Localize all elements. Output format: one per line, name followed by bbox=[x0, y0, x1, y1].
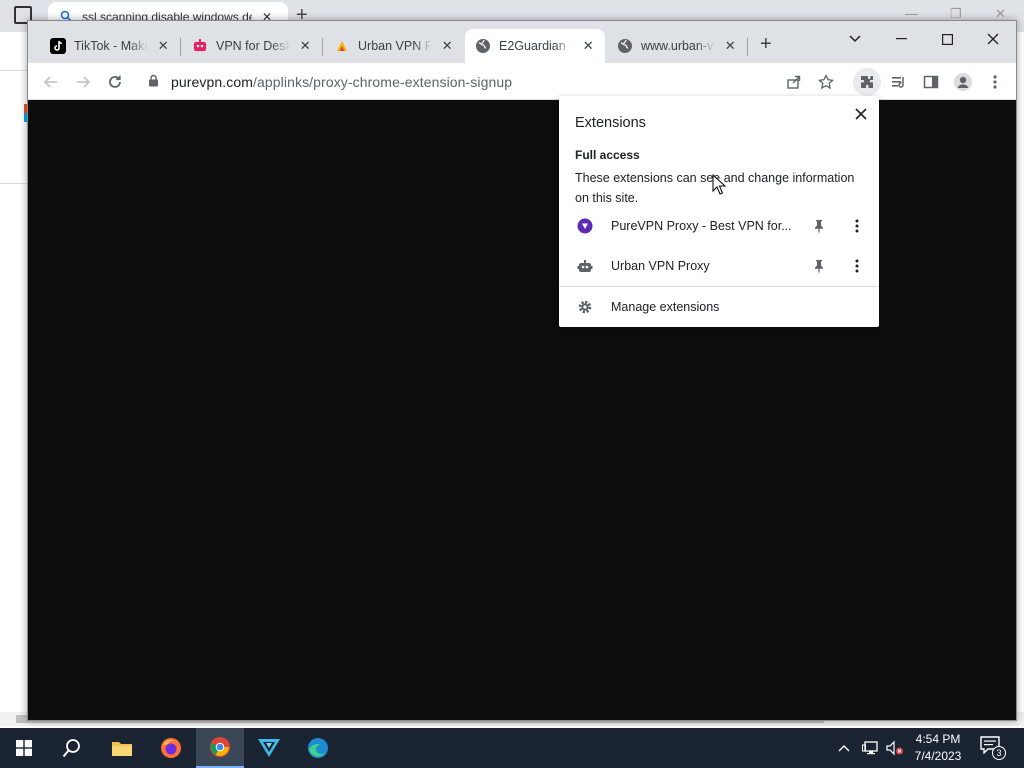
volume-muted-icon[interactable] bbox=[886, 728, 904, 768]
browser-menu-icon[interactable] bbox=[982, 69, 1008, 95]
media-queue-icon[interactable] bbox=[886, 69, 912, 95]
close-icon[interactable] bbox=[851, 104, 871, 124]
url-path: /applinks/proxy-chrome-extension-signup bbox=[253, 73, 513, 90]
chrome-icon[interactable] bbox=[196, 728, 244, 768]
extension-name: Urban VPN Proxy bbox=[611, 259, 710, 273]
manage-extensions-button[interactable]: Manage extensions bbox=[559, 292, 879, 322]
tab-separator bbox=[747, 38, 748, 56]
robot-icon bbox=[577, 258, 593, 274]
tab-title: Urban VPN Pro bbox=[358, 39, 433, 53]
tab-title: www.urban-vp bbox=[641, 39, 716, 53]
new-tab-button[interactable]: + bbox=[760, 34, 772, 54]
close-tab-icon[interactable]: ✕ bbox=[581, 38, 595, 54]
start-windows-icon[interactable] bbox=[0, 728, 48, 768]
search-icon[interactable] bbox=[48, 728, 96, 768]
close-tab-icon[interactable]: ✕ bbox=[156, 38, 170, 54]
mouse-cursor-icon bbox=[712, 173, 727, 199]
file-explorer-icon[interactable] bbox=[98, 728, 146, 768]
lock-icon[interactable] bbox=[148, 74, 159, 90]
toolbar: purevpn.com/applinks/proxy-chrome-extens… bbox=[28, 63, 1016, 100]
vpn-app-icon[interactable] bbox=[245, 728, 293, 768]
side-panel-icon[interactable] bbox=[918, 69, 944, 95]
tab-vpn-desktop[interactable]: VPN for Deskt ✕ bbox=[182, 29, 322, 63]
profile-avatar-icon[interactable] bbox=[950, 69, 976, 95]
divider bbox=[0, 70, 28, 71]
more-options-icon[interactable] bbox=[849, 256, 865, 276]
manage-extensions-label: Manage extensions bbox=[611, 300, 720, 314]
edge-icon[interactable] bbox=[294, 728, 342, 768]
show-hidden-icons-chevron-icon[interactable] bbox=[838, 728, 850, 768]
more-options-icon[interactable] bbox=[849, 216, 865, 236]
divider bbox=[559, 286, 879, 287]
extension-item-purevpn[interactable]: PureVPN Proxy - Best VPN for... bbox=[559, 208, 879, 244]
section-heading: Full access bbox=[575, 148, 640, 162]
url-domain: purevpn.com bbox=[171, 73, 254, 90]
share-icon[interactable] bbox=[781, 69, 807, 95]
pin-icon[interactable] bbox=[811, 218, 827, 234]
pin-icon[interactable] bbox=[811, 258, 827, 274]
tab-title: VPN for Deskt bbox=[216, 39, 291, 53]
tab-tiktok[interactable]: TikTok - Make ✕ bbox=[40, 29, 180, 63]
tab-title: E2Guardian - A bbox=[499, 39, 574, 53]
urban-vpn-icon bbox=[334, 38, 350, 54]
reload-icon[interactable] bbox=[102, 69, 128, 95]
clock-time: 4:54 PM bbox=[915, 732, 961, 746]
globe-icon bbox=[617, 38, 633, 54]
minimize-icon[interactable]: — bbox=[905, 6, 918, 21]
close-window-icon[interactable] bbox=[978, 27, 1008, 51]
bookmark-star-icon[interactable] bbox=[813, 69, 839, 95]
purevpn-icon bbox=[577, 218, 593, 234]
taskbar: 4:54 PM 7/4/2023 3 bbox=[0, 728, 1024, 768]
gear-icon bbox=[577, 299, 593, 315]
system-clock[interactable]: 4:54 PM 7/4/2023 bbox=[905, 731, 971, 765]
extensions-popup: Extensions Full access These extensions … bbox=[559, 96, 879, 327]
tab-urban-vpn[interactable]: Urban VPN Pro ✕ bbox=[324, 29, 464, 63]
tiktok-icon bbox=[50, 38, 66, 54]
address-bar[interactable]: purevpn.com/applinks/proxy-chrome-extens… bbox=[136, 67, 816, 96]
minimize-icon[interactable] bbox=[886, 27, 916, 51]
tab-strip: TikTok - Make ✕ VPN for Deskt ✕ Urban VP… bbox=[28, 21, 1016, 63]
notification-center-icon[interactable]: 3 bbox=[980, 736, 1006, 760]
close-tab-icon[interactable]: ✕ bbox=[723, 38, 737, 54]
tab-title: TikTok - Make bbox=[74, 39, 149, 53]
clock-date: 7/4/2023 bbox=[914, 749, 962, 763]
maximize-icon[interactable] bbox=[932, 27, 962, 51]
divider bbox=[0, 183, 28, 184]
close-tab-icon[interactable]: ✕ bbox=[298, 38, 312, 54]
back-icon[interactable] bbox=[38, 69, 64, 95]
url-text: purevpn.com/applinks/proxy-chrome-extens… bbox=[171, 74, 512, 90]
robot-icon bbox=[192, 38, 208, 54]
tab-e2guardian[interactable]: E2Guardian - A ✕ bbox=[465, 29, 605, 63]
popup-title: Extensions bbox=[575, 115, 646, 131]
tab-separator bbox=[180, 38, 181, 56]
firefox-icon[interactable] bbox=[147, 728, 195, 768]
notification-count-badge: 3 bbox=[992, 746, 1006, 760]
network-icon[interactable] bbox=[862, 728, 880, 768]
extension-name: PureVPN Proxy - Best VPN for... bbox=[611, 219, 792, 233]
tab-search-chevron-icon[interactable] bbox=[840, 27, 870, 51]
forward-icon[interactable] bbox=[70, 69, 96, 95]
close-tab-icon[interactable]: ✕ bbox=[440, 38, 454, 54]
tab-urban-vpn-site[interactable]: www.urban-vp ✕ bbox=[607, 29, 747, 63]
extensions-puzzle-icon[interactable] bbox=[853, 68, 881, 96]
tab-separator bbox=[322, 38, 323, 56]
extension-item-urban-vpn[interactable]: Urban VPN Proxy bbox=[559, 248, 879, 284]
globe-icon bbox=[475, 38, 491, 54]
